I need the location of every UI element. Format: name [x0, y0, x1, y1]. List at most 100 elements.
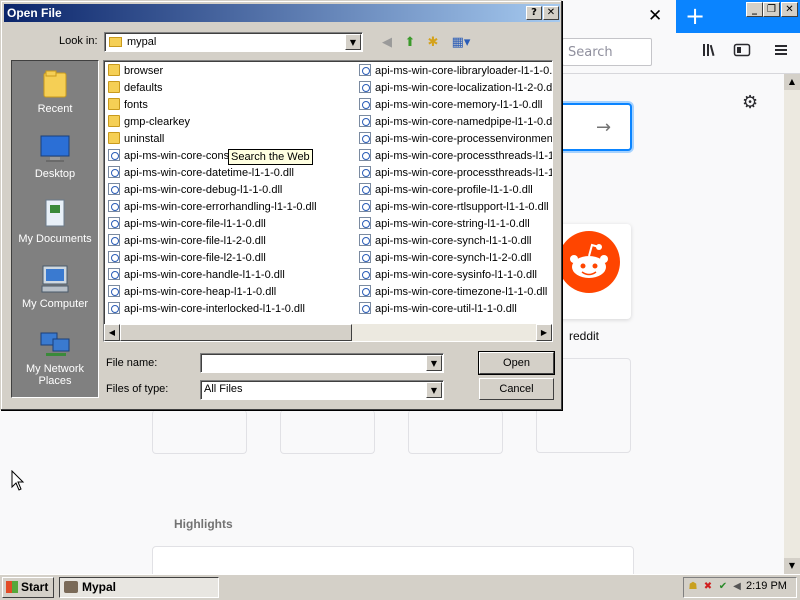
- restore-icon[interactable]: ❐: [763, 2, 780, 17]
- view-menu-icon[interactable]: ▦▾: [448, 33, 474, 53]
- update-tray-icon[interactable]: ✔: [717, 581, 729, 593]
- place-recent[interactable]: Recent: [12, 67, 98, 115]
- minimize-icon[interactable]: _: [746, 2, 763, 17]
- chevron-down-icon[interactable]: ▼: [426, 382, 442, 398]
- file-list-item[interactable]: api-ms-win-core-processthreads-l1-1-0.dl…: [359, 148, 552, 165]
- dialog-close-icon[interactable]: ✕: [543, 6, 559, 20]
- top-site-label: reddit: [569, 329, 600, 343]
- file-list-item[interactable]: api-ms-win-core-file-l2-1-0.dll: [108, 250, 356, 267]
- file-column-1: browser defaults fonts gmp-clearkey uninstal…: [108, 63, 356, 318]
- place-my-computer[interactable]: My Computer: [12, 262, 98, 310]
- customize-gear-icon[interactable]: ⚙: [742, 92, 758, 113]
- file-list[interactable]: browser defaults fonts gmp-clearkey uninstal…: [103, 60, 553, 342]
- file-name: api-ms-win-core-localization-l1-2-0.dll: [375, 82, 553, 94]
- scroll-down-icon[interactable]: ▼: [784, 558, 800, 574]
- file-list-item[interactable]: api-ms-win-core-file-l1-2-0.dll: [108, 233, 356, 250]
- place-my-network[interactable]: My Network Places: [12, 327, 98, 387]
- file-list-item[interactable]: api-ms-win-core-file-l1-1-0.dll: [108, 216, 356, 233]
- empty-top-site-tile: [408, 410, 503, 454]
- look-in-label: Look in:: [59, 35, 98, 47]
- search-go-icon[interactable]: →: [596, 117, 611, 138]
- file-list-item[interactable]: api-ms-win-core-libraryloader-l1-1-0.dll: [359, 63, 552, 80]
- page-scrollbar[interactable]: ▲ ▼: [784, 74, 800, 574]
- dll-file-icon: [359, 268, 371, 280]
- file-name: api-ms-win-core-string-l1-1-0.dll: [375, 218, 530, 230]
- folder-icon: [108, 115, 120, 127]
- scroll-up-icon[interactable]: ▲: [784, 74, 800, 90]
- file-list-hscroll[interactable]: ◀ ▶: [104, 324, 552, 341]
- taskbar-item-mypal[interactable]: Mypal: [59, 577, 219, 598]
- desktop-icon: [40, 135, 70, 162]
- volume-icon[interactable]: ◀: [731, 581, 743, 593]
- file-list-item[interactable]: api-ms-win-core-profile-l1-1-0.dll: [359, 182, 552, 199]
- file-name: uninstall: [124, 133, 165, 145]
- chevron-down-icon[interactable]: ▼: [345, 34, 361, 50]
- network-tray-icon[interactable]: ☗: [687, 581, 699, 593]
- file-list-item[interactable]: api-ms-win-core-handle-l1-1-0.dll: [108, 267, 356, 284]
- file-list-item[interactable]: fonts: [108, 97, 356, 114]
- scroll-left-icon[interactable]: ◀: [104, 324, 120, 341]
- windows-flag-icon: [6, 581, 18, 593]
- file-list-item[interactable]: api-ms-win-core-util-l1-1-0.dll: [359, 301, 552, 318]
- library-icon[interactable]: [700, 42, 722, 64]
- file-name-field[interactable]: ▼: [200, 353, 444, 373]
- open-button[interactable]: Open: [478, 351, 555, 375]
- file-list-item[interactable]: api-ms-win-core-timezone-l1-1-0.dll: [359, 284, 552, 301]
- security-alert-icon[interactable]: ✖: [702, 581, 714, 593]
- file-name: api-ms-win-core-interlocked-l1-1-0.dll: [124, 303, 305, 315]
- tab-close-icon[interactable]: ✕: [648, 6, 662, 26]
- newtab-search-field[interactable]: →: [562, 103, 632, 151]
- hscroll-thumb[interactable]: [120, 324, 352, 341]
- file-list-item[interactable]: uninstall: [108, 131, 356, 148]
- dll-file-icon: [359, 149, 371, 161]
- file-list-item[interactable]: api-ms-win-core-string-l1-1-0.dll: [359, 216, 552, 233]
- file-list-item[interactable]: api-ms-win-core-processthreads-l1-1-1.dl…: [359, 165, 552, 182]
- browser-tab-strip: ✕ + _ ❐ ✕: [560, 0, 800, 33]
- taskbar: Start Mypal ☗ ✖ ✔ ◀ 2:19 PM: [0, 574, 800, 600]
- place-desktop[interactable]: Desktop: [12, 132, 98, 180]
- file-list-item[interactable]: api-ms-win-core-synch-l1-2-0.dll: [359, 250, 552, 267]
- active-tab[interactable]: ✕: [560, 0, 676, 33]
- scroll-right-icon[interactable]: ▶: [536, 324, 552, 341]
- search-placeholder: Search: [568, 45, 613, 60]
- back-icon[interactable]: ◀: [377, 33, 397, 53]
- files-of-type-dropdown[interactable]: All Files ▼: [200, 380, 444, 400]
- file-list-item[interactable]: defaults: [108, 80, 356, 97]
- new-tab-button[interactable]: +: [682, 2, 708, 30]
- file-list-item[interactable]: api-ms-win-core-localization-l1-2-0.dll: [359, 80, 553, 97]
- file-list-item[interactable]: api-ms-win-core-namedpipe-l1-1-0.dll: [359, 114, 553, 131]
- up-folder-icon[interactable]: ⬆: [400, 33, 420, 53]
- file-list-item[interactable]: api-ms-win-core-rtlsupport-l1-1-0.dll: [359, 199, 552, 216]
- file-list-item[interactable]: api-ms-win-core-synch-l1-1-0.dll: [359, 233, 552, 250]
- sidebar-icon[interactable]: [731, 42, 753, 64]
- place-my-documents[interactable]: My Documents: [12, 197, 98, 245]
- file-list-item[interactable]: api-ms-win-core-memory-l1-1-0.dll: [359, 97, 552, 114]
- file-list-item[interactable]: api-ms-win-core-interlocked-l1-1-0.dll: [108, 301, 356, 318]
- chevron-down-icon[interactable]: ▼: [426, 355, 442, 371]
- file-list-item[interactable]: gmp-clearkey: [108, 114, 356, 131]
- file-list-item[interactable]: browser: [108, 63, 356, 80]
- dll-file-icon: [108, 234, 120, 246]
- dll-file-icon: [359, 251, 371, 263]
- search-input[interactable]: Search: [562, 38, 652, 66]
- close-icon[interactable]: ✕: [781, 2, 798, 17]
- file-name-label: File name:: [106, 357, 158, 369]
- new-folder-icon[interactable]: ✱: [423, 33, 443, 53]
- file-list-item[interactable]: api-ms-win-core-processenvironment-l1-1-…: [359, 131, 552, 148]
- empty-top-site-tile: [280, 410, 375, 454]
- file-list-item[interactable]: api-ms-win-core-heap-l1-1-0.dll: [108, 284, 356, 301]
- menu-icon[interactable]: [770, 42, 792, 64]
- start-button[interactable]: Start: [2, 577, 54, 598]
- file-list-item[interactable]: api-ms-win-core-datetime-l1-1-0.dll: [108, 165, 356, 182]
- look-in-value: mypal: [127, 36, 157, 48]
- file-name: gmp-clearkey: [124, 116, 191, 128]
- cancel-button[interactable]: Cancel: [479, 378, 554, 400]
- file-list-item[interactable]: api-ms-win-core-errorhandling-l1-1-0.dll: [108, 199, 356, 216]
- file-list-item[interactable]: api-ms-win-core-debug-l1-1-0.dll: [108, 182, 356, 199]
- help-icon[interactable]: ?: [526, 6, 542, 20]
- folder-icon: [108, 98, 120, 110]
- file-name: api-ms-win-core-namedpipe-l1-1-0.dll: [375, 116, 553, 128]
- dialog-titlebar[interactable]: Open File ? ✕: [4, 4, 560, 22]
- file-list-item[interactable]: api-ms-win-core-sysinfo-l1-1-0.dll: [359, 267, 552, 284]
- look-in-dropdown[interactable]: mypal ▼: [104, 32, 363, 52]
